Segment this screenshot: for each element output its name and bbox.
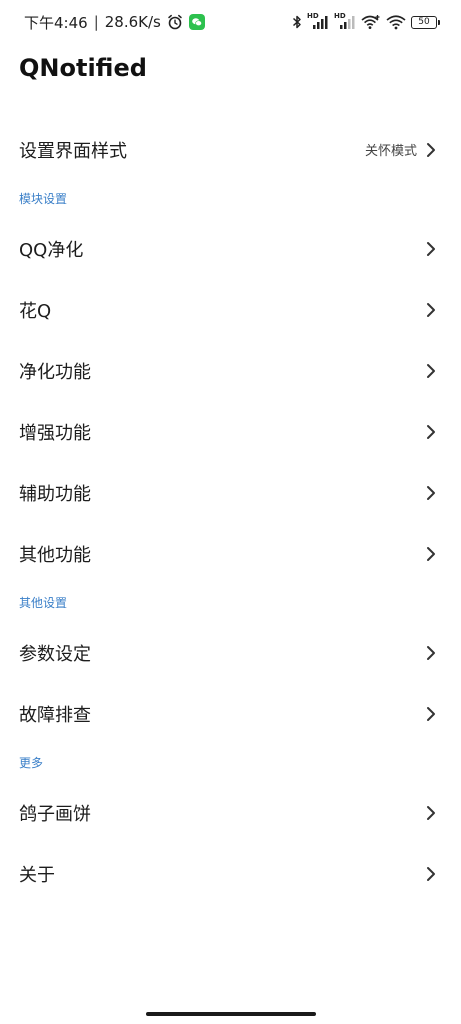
ui-style-row[interactable]: 设置界面样式 关怀模式 (0, 119, 461, 180)
menu-item-parameters[interactable]: 参数设定 (0, 622, 461, 683)
battery-level: 50 (418, 17, 430, 27)
chevron-right-icon (425, 484, 437, 502)
page-title: QNotified (19, 54, 147, 82)
chevron-right-icon (425, 644, 437, 662)
menu-item-clean-features[interactable]: 净化功能 (0, 340, 461, 401)
chevron-right-icon (425, 545, 437, 563)
wifi-icon (386, 14, 406, 30)
menu-item-label: 增强功能 (19, 422, 91, 444)
alarm-clock-icon (167, 14, 183, 30)
wifi-plus-icon (361, 14, 381, 30)
menu-item-assist-features[interactable]: 辅助功能 (0, 462, 461, 523)
chevron-right-icon (425, 423, 437, 441)
status-bar-left: 下午4:46 | 28.6K/s (24, 12, 205, 32)
menu-item-other-features[interactable]: 其他功能 (0, 523, 461, 584)
menu-item-label: 花Q (19, 300, 52, 322)
menu-item-label: 参数设定 (19, 643, 91, 665)
chevron-right-icon (425, 362, 437, 380)
menu-item-qq-clean[interactable]: QQ净化 (0, 218, 461, 279)
chevron-right-icon (425, 865, 437, 883)
status-time: 下午4:46 (24, 13, 88, 32)
cell-signal-icon-2: HD (334, 12, 356, 30)
bluetooth-icon (292, 14, 302, 30)
cell-signal-icon-1: HD (307, 12, 329, 30)
section-header-module: 模块设置 (19, 192, 68, 206)
menu-item-label: 净化功能 (19, 361, 91, 383)
menu-item-label: 其他功能 (19, 544, 91, 566)
ui-style-value: 关怀模式 (364, 144, 417, 159)
chevron-right-icon (425, 804, 437, 822)
ui-style-label: 设置界面样式 (19, 140, 127, 162)
menu-item-label: 关于 (19, 864, 55, 886)
gesture-navigation-bar[interactable] (146, 1012, 316, 1016)
section-header-other: 其他设置 (19, 596, 68, 610)
settings-list: 设置界面样式 关怀模式 模块设置 QQ净化 花Q 净化功能 增强功能 辅助功能 (0, 119, 461, 904)
chevron-right-icon (425, 240, 437, 258)
menu-item-label: 辅助功能 (19, 483, 91, 505)
menu-item-enhance-features[interactable]: 增强功能 (0, 401, 461, 462)
status-bar-right: HD HD 50 (292, 12, 440, 32)
menu-item-label: 鸽子画饼 (19, 803, 91, 825)
menu-item-roadmap[interactable]: 鸽子画饼 (0, 782, 461, 843)
menu-item-hua-q[interactable]: 花Q (0, 279, 461, 340)
wechat-notification-icon (188, 14, 205, 30)
menu-item-troubleshoot[interactable]: 故障排查 (0, 683, 461, 744)
menu-item-label: QQ净化 (19, 239, 84, 261)
chevron-right-icon (425, 301, 437, 319)
menu-item-about[interactable]: 关于 (0, 843, 461, 904)
menu-item-label: 故障排查 (19, 704, 91, 726)
chevron-right-icon (425, 141, 437, 159)
section-header-more: 更多 (19, 756, 44, 770)
battery-icon: 50 (411, 15, 440, 29)
status-separator: | (93, 13, 99, 31)
status-bar: 下午4:46 | 28.6K/s HD HD 50 (0, 0, 461, 44)
status-net-speed: 28.6K/s (104, 13, 161, 31)
chevron-right-icon (425, 705, 437, 723)
